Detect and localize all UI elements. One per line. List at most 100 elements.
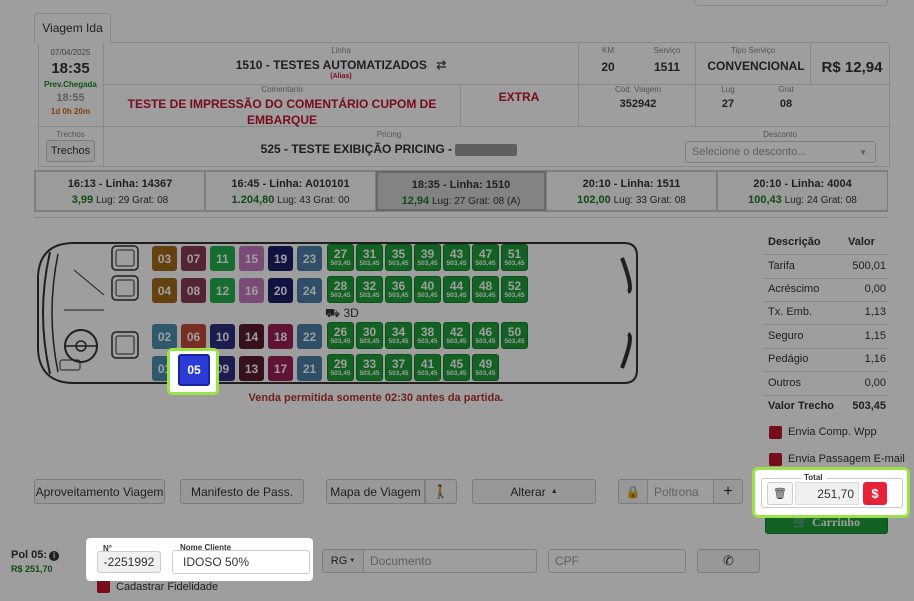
seat-05-selected[interactable]: 05 bbox=[178, 354, 210, 386]
tab-viagem-ida[interactable]: Viagem Ida bbox=[34, 13, 111, 43]
seat-number: 22 bbox=[302, 329, 317, 344]
rg-label: RG bbox=[330, 555, 348, 567]
seat-07[interactable]: 07 bbox=[181, 246, 206, 271]
nome-field[interactable]: IDOSO 50% bbox=[172, 550, 310, 574]
trip-option-title: 20:10 - Linha: 4004 bbox=[753, 178, 852, 190]
seat-11[interactable]: 11 bbox=[210, 246, 235, 271]
trip-option[interactable]: 16:13 - Linha: 14367 3,99 Lug: 29 Grat: 0… bbox=[35, 171, 205, 211]
pay-button[interactable]: $ bbox=[863, 482, 887, 505]
seat-45[interactable]: 45 503,45 bbox=[443, 354, 470, 381]
seat-14[interactable]: 14 bbox=[239, 324, 264, 349]
aproveitamento-label: Aproveitamento Viagem bbox=[35, 484, 164, 499]
envia-wpp-checkbox[interactable] bbox=[769, 426, 782, 439]
aproveitamento-button[interactable]: Aproveitamento Viagem bbox=[34, 479, 165, 504]
seat-08[interactable]: 08 bbox=[181, 278, 206, 303]
seat-20[interactable]: 20 bbox=[268, 278, 293, 303]
trip-option[interactable]: 20:10 - Linha: 1511 102,00 Lug: 33 Grat: … bbox=[546, 171, 717, 211]
seat-40[interactable]: 40 503,45 bbox=[414, 276, 441, 303]
top-panel-edge bbox=[694, 0, 888, 6]
seat-price: 503,45 bbox=[417, 337, 438, 345]
rg-dropdown[interactable]: RG ▼ bbox=[322, 549, 364, 573]
bus-3d-text: 3D bbox=[343, 306, 359, 320]
seat-26[interactable]: 26 503,45 bbox=[327, 322, 354, 349]
fare-label: Pedágio bbox=[768, 353, 809, 365]
seat-37[interactable]: 37 503,45 bbox=[385, 354, 412, 381]
seat-44[interactable]: 44 503,45 bbox=[443, 276, 470, 303]
fares-row-rule bbox=[764, 301, 888, 302]
seat-10[interactable]: 10 bbox=[210, 324, 235, 349]
fare-value: 0,00 bbox=[864, 283, 886, 295]
seat-23[interactable]: 23 bbox=[297, 246, 322, 271]
seat-41[interactable]: 41 503,45 bbox=[414, 354, 441, 381]
envia-email-checkbox[interactable] bbox=[769, 453, 782, 466]
seat-number: 46 bbox=[478, 324, 493, 339]
seat-28[interactable]: 28 503,45 bbox=[327, 276, 354, 303]
walk-icon[interactable]: 🚶 bbox=[425, 479, 457, 504]
seat-06[interactable]: 06 bbox=[181, 324, 206, 349]
lock-icon[interactable]: 🔒 bbox=[618, 479, 648, 504]
trip-price: R$ 12,94 bbox=[821, 59, 883, 76]
seat-36[interactable]: 36 503,45 bbox=[385, 276, 412, 303]
linha-value: 1510 - TESTES AUTOMATIZADOS ⇄ bbox=[104, 58, 578, 72]
seat-48[interactable]: 48 503,45 bbox=[472, 276, 499, 303]
trip-option-active[interactable]: 18:35 - Linha: 1510 12,94 Lug: 27 Grat: 0… bbox=[376, 171, 546, 211]
trash-button[interactable]: 🗑 bbox=[767, 482, 793, 505]
phone-button[interactable]: ✆ bbox=[697, 549, 760, 573]
seat-21[interactable]: 21 bbox=[297, 356, 322, 381]
seat-50[interactable]: 50 503,45 bbox=[501, 322, 528, 349]
seat-43[interactable]: 43 503,45 bbox=[443, 244, 470, 271]
info-icon[interactable]: i bbox=[49, 551, 60, 561]
seat-27[interactable]: 27 503,45 bbox=[327, 244, 354, 271]
seat-16[interactable]: 16 bbox=[239, 278, 264, 303]
seat-42[interactable]: 42 503,45 bbox=[443, 322, 470, 349]
trechos-button[interactable]: Trechos bbox=[46, 140, 95, 162]
manifesto-button[interactable]: Manifesto de Pass. bbox=[180, 479, 304, 504]
seat-13[interactable]: 13 bbox=[239, 356, 264, 381]
seat-52[interactable]: 52 503,45 bbox=[501, 276, 528, 303]
seat-19[interactable]: 19 bbox=[268, 246, 293, 271]
seat-number: 44 bbox=[449, 278, 464, 293]
poltrona-input[interactable]: Poltrona bbox=[647, 479, 715, 504]
trip-option[interactable]: 20:10 - Linha: 4004 100,43 Lug: 24 Grat: … bbox=[717, 171, 888, 211]
seat-02[interactable]: 02 bbox=[152, 324, 177, 349]
pol-label: Pol 05: i bbox=[11, 549, 60, 561]
swap-icon[interactable]: ⇄ bbox=[436, 58, 446, 72]
seat-price: 503,45 bbox=[475, 369, 496, 377]
seat-49[interactable]: 49 503,45 bbox=[472, 354, 499, 381]
seat-24[interactable]: 24 bbox=[297, 278, 322, 303]
n-field[interactable]: -2251992 bbox=[97, 551, 161, 573]
seat-price: 503,45 bbox=[417, 369, 438, 377]
seat-22[interactable]: 22 bbox=[297, 324, 322, 349]
seat-39[interactable]: 39 503,45 bbox=[414, 244, 441, 271]
seat-51[interactable]: 51 503,45 bbox=[501, 244, 528, 271]
documento-input[interactable]: Documento bbox=[363, 549, 537, 573]
seat-29[interactable]: 29 503,45 bbox=[327, 354, 354, 381]
seat-46[interactable]: 46 503,45 bbox=[472, 322, 499, 349]
seat-03[interactable]: 03 bbox=[152, 246, 177, 271]
fidelidade-checkbox[interactable] bbox=[97, 580, 110, 593]
seat-18[interactable]: 18 bbox=[268, 324, 293, 349]
fares-row-rule bbox=[764, 395, 888, 396]
trip-option-price: 12,94 bbox=[401, 195, 430, 207]
seat-30[interactable]: 30 503,45 bbox=[356, 322, 383, 349]
seat-31[interactable]: 31 503,45 bbox=[356, 244, 383, 271]
trip-option[interactable]: 16:45 - Linha: A010101 1.204,80 Lug: 43 G… bbox=[205, 171, 376, 211]
seat-35[interactable]: 35 503,45 bbox=[385, 244, 412, 271]
envia-wpp-label: Envia Comp. Wpp bbox=[788, 426, 877, 438]
seat-15[interactable]: 15 bbox=[239, 246, 264, 271]
add-seat-button[interactable]: + bbox=[713, 479, 743, 504]
mapa-viagem-button[interactable]: Mapa de Viagem bbox=[326, 479, 425, 504]
seat-33[interactable]: 33 503,45 bbox=[356, 354, 383, 381]
desconto-select[interactable]: Selecione o desconto... ▼ bbox=[685, 141, 876, 163]
seat-12[interactable]: 12 bbox=[210, 278, 235, 303]
seat-04[interactable]: 04 bbox=[152, 278, 177, 303]
seat-number: 45 bbox=[449, 356, 464, 371]
seat-34[interactable]: 34 503,45 bbox=[385, 322, 412, 349]
cpf-input[interactable]: CPF bbox=[548, 549, 686, 573]
alterar-dropdown[interactable]: Alterar ▲ bbox=[472, 479, 596, 504]
seat-number: 49 bbox=[478, 356, 493, 371]
seat-32[interactable]: 32 503,45 bbox=[356, 276, 383, 303]
seat-17[interactable]: 17 bbox=[268, 356, 293, 381]
seat-47[interactable]: 47 503,45 bbox=[472, 244, 499, 271]
seat-38[interactable]: 38 503,45 bbox=[414, 322, 441, 349]
